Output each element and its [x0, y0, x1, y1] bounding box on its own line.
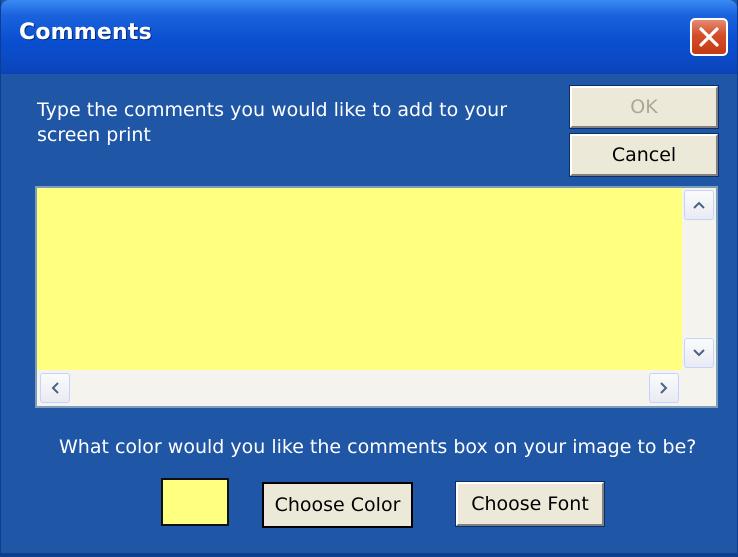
- scroll-up-button[interactable]: [684, 190, 714, 220]
- chevron-up-icon: [693, 201, 705, 209]
- color-question-label: What color would you like the comments b…: [59, 436, 697, 458]
- color-swatch: [161, 478, 229, 526]
- title-bar[interactable]: Comments: [1, 0, 737, 74]
- choose-color-button[interactable]: Choose Color: [262, 482, 413, 528]
- chevron-down-icon: [693, 349, 705, 357]
- comments-textarea[interactable]: [37, 188, 682, 370]
- comments-textbox-frame: [35, 186, 718, 408]
- comments-dialog: Comments Type the comments you would lik…: [0, 0, 738, 557]
- comment-prompt: Type the comments you would like to add …: [37, 99, 508, 146]
- chevron-left-icon: [51, 382, 59, 394]
- close-button[interactable]: [690, 18, 728, 56]
- horizontal-scrollbar[interactable]: [37, 370, 682, 406]
- window-title: Comments: [19, 20, 152, 45]
- chevron-right-icon: [660, 382, 668, 394]
- scroll-down-button[interactable]: [684, 338, 714, 368]
- close-icon: [699, 27, 719, 47]
- ok-button[interactable]: OK: [569, 85, 719, 129]
- vertical-scrollbar[interactable]: [682, 188, 716, 370]
- scroll-left-button[interactable]: [40, 373, 70, 403]
- scrollbar-corner: [682, 370, 716, 406]
- choose-font-button[interactable]: Choose Font: [455, 481, 605, 527]
- cancel-button[interactable]: Cancel: [569, 133, 719, 177]
- scroll-right-button[interactable]: [649, 373, 679, 403]
